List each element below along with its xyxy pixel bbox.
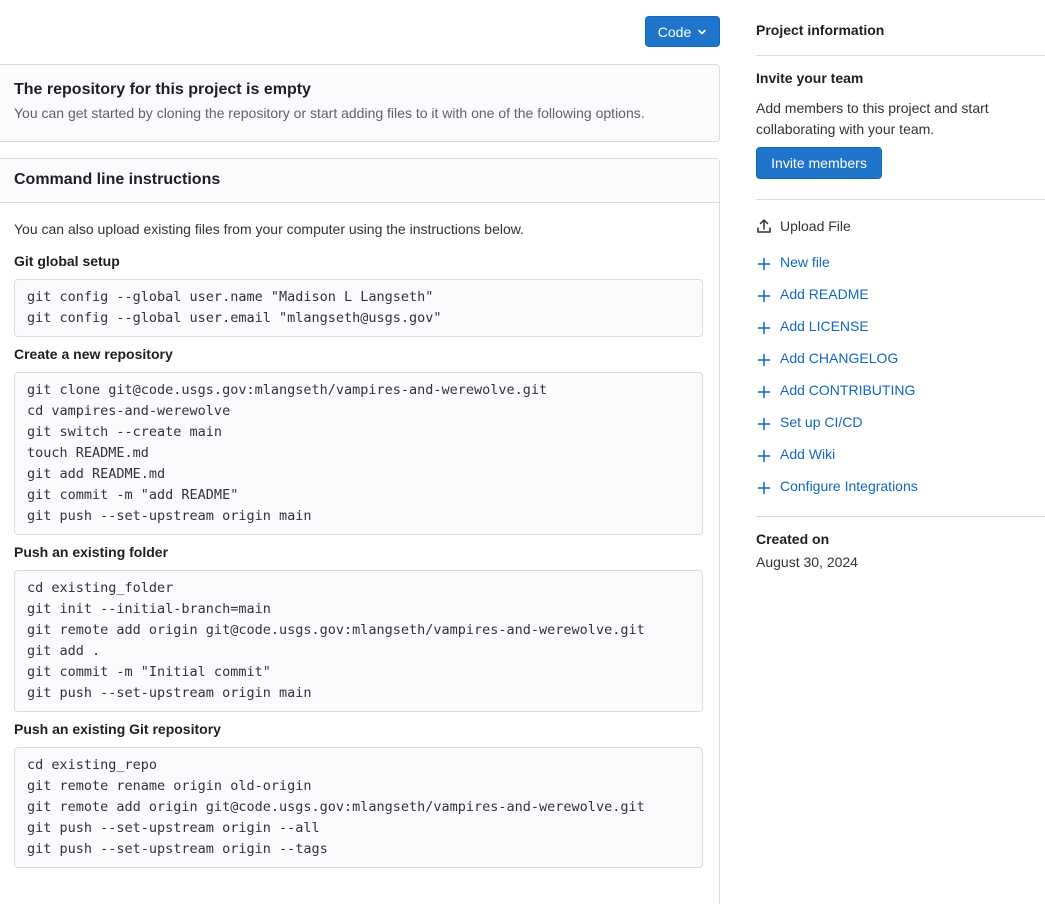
add-contributing-link[interactable]: Add CONTRIBUTING <box>756 382 918 414</box>
link-label: Add CONTRIBUTING <box>780 382 916 398</box>
section-title-existing-folder: Push an existing folder <box>14 544 169 560</box>
divider <box>756 199 1045 200</box>
add-license-link[interactable]: Add LICENSE <box>756 318 918 350</box>
new-file-link[interactable]: New file <box>756 254 918 286</box>
divider <box>756 55 1045 56</box>
code-dropdown-button[interactable]: Code <box>645 16 720 47</box>
command-line-instructions-card: Command line instructions You can also u… <box>0 158 720 904</box>
link-label: New file <box>780 254 830 270</box>
empty-repository-alert: The repository for this project is empty… <box>0 64 720 142</box>
add-wiki-link[interactable]: Add Wiki <box>756 446 918 478</box>
empty-repository-subtitle: You can get started by cloning the repos… <box>14 105 645 121</box>
link-label: Add README <box>780 286 869 302</box>
code-block-existing-folder[interactable]: cd existing_folder git init --initial-br… <box>14 570 703 712</box>
add-readme-link[interactable]: Add README <box>756 286 918 318</box>
plus-icon <box>757 449 771 463</box>
divider <box>756 516 1045 517</box>
cli-header: Command line instructions <box>0 159 719 203</box>
link-label: Add CHANGELOG <box>780 350 899 366</box>
created-on-date: August 30, 2024 <box>756 554 858 570</box>
chevron-down-icon <box>698 29 707 34</box>
plus-icon <box>757 481 771 495</box>
invite-members-button[interactable]: Invite members <box>756 147 882 179</box>
configure-integrations-link[interactable]: Configure Integrations <box>756 478 918 510</box>
upload-file-label: Upload File <box>780 218 851 234</box>
project-info-sidebar: Project information Invite your team Add… <box>756 0 1045 904</box>
add-changelog-link[interactable]: Add CHANGELOG <box>756 350 918 382</box>
link-label: Add Wiki <box>780 446 836 462</box>
plus-icon <box>757 417 771 431</box>
link-label: Add LICENSE <box>780 318 869 334</box>
quick-actions-list: New file Add README Add LICENSE Add CHAN… <box>756 254 918 510</box>
section-title-global-setup: Git global setup <box>14 253 120 269</box>
cli-intro: You can also upload existing files from … <box>14 221 524 237</box>
project-information-title: Project information <box>756 22 885 38</box>
created-on-label: Created on <box>756 531 830 547</box>
invite-team-title: Invite your team <box>756 70 864 86</box>
code-block-new-repository[interactable]: git clone git@code.usgs.gov:mlangseth/va… <box>14 372 703 535</box>
upload-icon <box>757 219 771 233</box>
plus-icon <box>757 257 771 271</box>
section-title-existing-repo: Push an existing Git repository <box>14 721 221 737</box>
link-label: Set up CI/CD <box>780 414 863 430</box>
code-block-global-setup[interactable]: git config --global user.name "Madison L… <box>14 279 703 337</box>
upload-file-link[interactable]: Upload File <box>756 218 851 234</box>
link-label: Configure Integrations <box>780 478 918 494</box>
setup-cicd-link[interactable]: Set up CI/CD <box>756 414 918 446</box>
plus-icon <box>757 353 771 367</box>
code-block-existing-repo[interactable]: cd existing_repo git remote rename origi… <box>14 747 703 868</box>
plus-icon <box>757 321 771 335</box>
main-content: Code The repository for this project is … <box>0 0 720 904</box>
code-button-label: Code <box>657 23 692 40</box>
empty-repository-title: The repository for this project is empty <box>14 81 311 98</box>
invite-team-text: Add members to this project and start co… <box>756 100 989 137</box>
plus-icon <box>757 289 771 303</box>
plus-icon <box>757 385 771 399</box>
section-title-new-repository: Create a new repository <box>14 346 173 362</box>
